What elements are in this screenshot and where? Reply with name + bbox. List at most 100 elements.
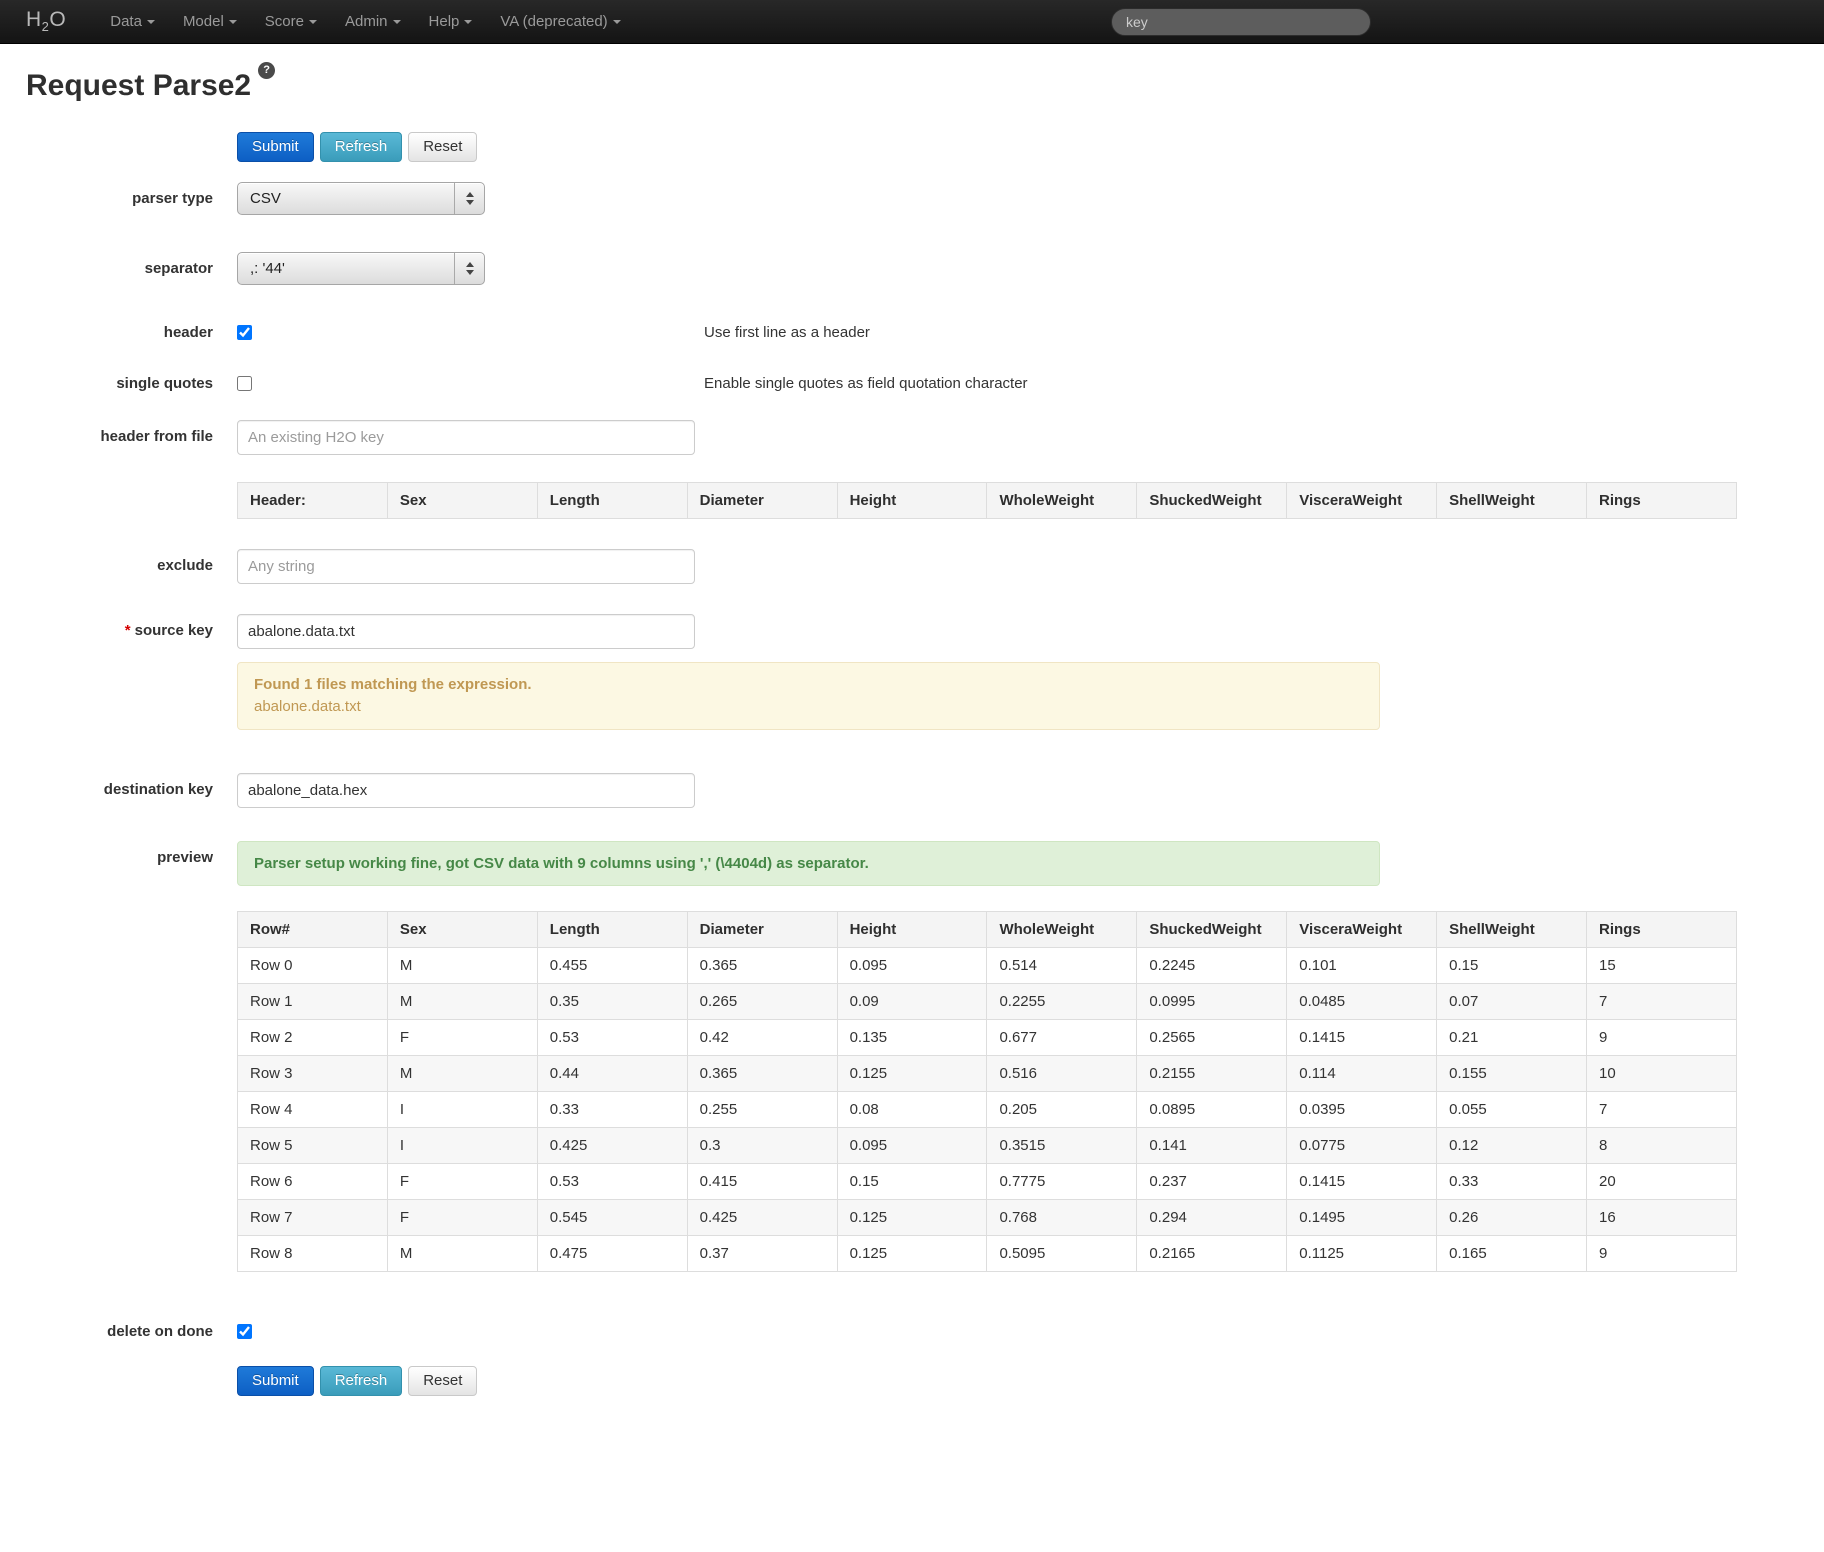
header-checkbox[interactable] (237, 325, 252, 340)
nav-menu-help[interactable]: Help (415, 0, 487, 44)
column-header: VisceraWeight (1287, 912, 1437, 948)
parser-type-select[interactable]: CSV (237, 182, 485, 215)
h2o-logo[interactable]: H2O (26, 8, 66, 34)
h2o-logo-text2: O (49, 8, 66, 31)
table-cell: I (387, 1128, 537, 1164)
column-header: ShellWeight (1437, 483, 1587, 519)
reset-button[interactable]: Reset (408, 132, 477, 162)
table-cell: 0.294 (1137, 1200, 1287, 1236)
nav-menu-data[interactable]: Data (96, 0, 169, 44)
table-row: Row 4I0.330.2550.080.2050.08950.03950.05… (238, 1092, 1737, 1128)
column-header: VisceraWeight (1287, 483, 1437, 519)
table-row: Row 8M0.4750.370.1250.50950.21650.11250.… (238, 1236, 1737, 1272)
exclude-input[interactable] (237, 549, 695, 584)
delete-on-done-row: delete on done (26, 1322, 1798, 1343)
column-header: Length (537, 912, 687, 948)
table-cell: 0.1415 (1287, 1020, 1437, 1056)
single-quotes-row: single quotes Enable single quotes as fi… (26, 374, 1798, 395)
table-cell: 8 (1587, 1128, 1737, 1164)
table-cell: 0.125 (837, 1236, 987, 1272)
preview-row: preview Parser setup working fine, got C… (26, 841, 1798, 1273)
submit-button[interactable]: Submit (237, 132, 314, 162)
column-header: ShellWeight (1437, 912, 1587, 948)
source-key-row: *source key Found 1 files matching the e… (26, 614, 1798, 730)
table-cell: 0.205 (987, 1092, 1137, 1128)
separator-select[interactable]: ,: '44' (237, 252, 485, 285)
help-icon[interactable]: ? (258, 62, 275, 79)
table-cell: 0.07 (1437, 984, 1587, 1020)
nav-menu-admin[interactable]: Admin (331, 0, 415, 44)
table-cell: 0.2155 (1137, 1056, 1287, 1092)
table-cell: 0.7775 (987, 1164, 1137, 1200)
delete-on-done-checkbox[interactable] (237, 1324, 252, 1339)
single-quotes-help-text: Enable single quotes as field quotation … (704, 374, 1028, 393)
table-row: Row 0M0.4550.3650.0950.5140.22450.1010.1… (238, 948, 1737, 984)
table-cell: Row 1 (238, 984, 388, 1020)
table-cell: 0.114 (1287, 1056, 1437, 1092)
reset-button[interactable]: Reset (408, 1366, 477, 1396)
header-help-text: Use first line as a header (704, 323, 870, 342)
table-cell: 0.53 (537, 1020, 687, 1056)
nav-menu-score[interactable]: Score (251, 0, 331, 44)
caret-down-icon (613, 20, 621, 24)
table-cell: Row 0 (238, 948, 388, 984)
page-title-text: Request Parse2 (26, 69, 251, 102)
navbar: H2O Data Model Score Admin Help VA (depr… (0, 0, 1824, 44)
column-header: ShuckedWeight (1137, 483, 1287, 519)
table-cell: Row 4 (238, 1092, 388, 1128)
table-cell: 0.125 (837, 1056, 987, 1092)
table-cell: 0.0775 (1287, 1128, 1437, 1164)
table-cell: 0.15 (1437, 948, 1587, 984)
header-from-file-input[interactable] (237, 420, 695, 455)
parser-type-value: CSV (250, 190, 281, 207)
table-cell: 0.141 (1137, 1128, 1287, 1164)
delete-on-done-label: delete on done (26, 1322, 213, 1341)
table-cell: Row 5 (238, 1128, 388, 1164)
source-key-input[interactable] (237, 614, 695, 649)
table-cell: 0.425 (537, 1128, 687, 1164)
table-cell: M (387, 1236, 537, 1272)
preview-status-alert: Parser setup working fine, got CSV data … (237, 841, 1380, 887)
header-from-file-row: header from file Header:SexLengthDiamete… (26, 420, 1798, 519)
required-asterisk: * (125, 622, 131, 639)
column-header: Length (537, 483, 687, 519)
nav-menu-va-deprecated[interactable]: VA (deprecated) (486, 0, 634, 44)
source-match-alert-title: Found 1 files matching the expression. (254, 674, 1363, 696)
search-input[interactable] (1111, 8, 1371, 36)
refresh-button[interactable]: Refresh (320, 132, 403, 162)
nav-menu-model-label: Model (183, 13, 224, 30)
column-header: Sex (387, 912, 537, 948)
table-cell: 0.3515 (987, 1128, 1137, 1164)
preview-table: Row#SexLengthDiameterHeightWholeWeightSh… (237, 911, 1737, 1272)
page-content: Request Parse2? Submit Refresh Reset par… (0, 70, 1824, 1456)
table-cell: 20 (1587, 1164, 1737, 1200)
destination-key-input[interactable] (237, 773, 695, 808)
table-row: Row 5I0.4250.30.0950.35150.1410.07750.12… (238, 1128, 1737, 1164)
top-actions: Submit Refresh Reset (237, 132, 1798, 162)
nav-menu-score-label: Score (265, 13, 304, 30)
column-header: Height (837, 912, 987, 948)
table-cell: M (387, 984, 537, 1020)
header-columns-table: Header:SexLengthDiameterHeightWholeWeigh… (237, 482, 1737, 519)
refresh-button[interactable]: Refresh (320, 1366, 403, 1396)
preview-label: preview (26, 841, 213, 867)
table-cell: 0.33 (537, 1092, 687, 1128)
column-header: Height (837, 483, 987, 519)
bottom-actions: Submit Refresh Reset (237, 1366, 1798, 1396)
table-cell: Row 6 (238, 1164, 388, 1200)
column-header: WholeWeight (987, 483, 1137, 519)
table-cell: 0.475 (537, 1236, 687, 1272)
single-quotes-checkbox[interactable] (237, 376, 252, 391)
table-cell: M (387, 1056, 537, 1092)
table-cell: 0.237 (1137, 1164, 1287, 1200)
table-cell: 0.0485 (1287, 984, 1437, 1020)
submit-button[interactable]: Submit (237, 1366, 314, 1396)
source-key-label-text: source key (135, 622, 213, 639)
table-cell: 0.09 (837, 984, 987, 1020)
nav-menu-model[interactable]: Model (169, 0, 251, 44)
table-cell: 9 (1587, 1236, 1737, 1272)
table-cell: 0.08 (837, 1092, 987, 1128)
table-cell: 0.1125 (1287, 1236, 1437, 1272)
table-cell: I (387, 1092, 537, 1128)
table-cell: 0.15 (837, 1164, 987, 1200)
